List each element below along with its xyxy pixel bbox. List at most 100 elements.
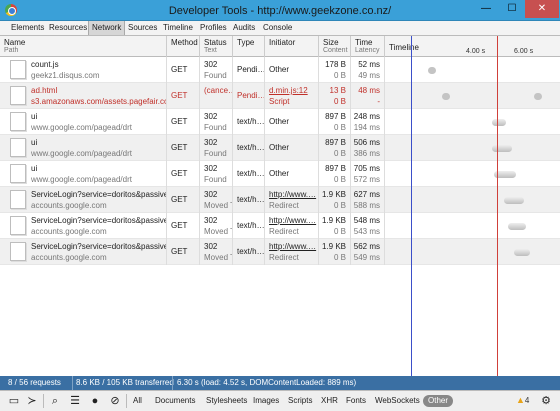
size-value: 897 B <box>325 138 346 147</box>
tab-console[interactable]: Console <box>260 21 295 35</box>
cell-time: 52 ms 49 ms <box>351 57 385 83</box>
cell-initiator: Other <box>265 109 319 135</box>
timeline-bar <box>504 197 524 204</box>
filter-websockets[interactable]: WebSockets <box>375 395 420 407</box>
content-size: 0 B <box>333 253 346 262</box>
settings-gear-icon[interactable]: ⚙ <box>538 393 554 409</box>
request-name[interactable]: ServiceLogin?service=doritos&passive… <box>31 216 166 226</box>
size-value: 178 B <box>325 60 346 69</box>
type-value: Pendi… <box>237 65 265 74</box>
initiator-value[interactable]: d.min.js:12 <box>269 86 318 96</box>
table-row[interactable]: ServiceLogin?service=doritos&passive… acc… <box>0 213 560 239</box>
method-value: GET <box>171 117 188 126</box>
close-button[interactable]: ✕ <box>525 0 559 18</box>
cell-method: GET <box>167 187 200 213</box>
clear-icon[interactable]: ⊘ <box>107 393 123 409</box>
table-row[interactable]: ui www.google.com/pagead/drt GET 302 Found te… <box>0 135 560 161</box>
column-header-timeline[interactable]: Timeline <box>389 43 419 52</box>
console-drawer-icon[interactable]: ≻ <box>24 393 40 409</box>
cell-status: 302 Found <box>200 135 233 161</box>
type-value: text/h… <box>237 221 265 230</box>
warnings-indicator[interactable]: ▲4 <box>516 395 529 405</box>
initiator-value[interactable]: http://www.… <box>269 190 318 200</box>
time-value: 506 ms <box>353 138 380 147</box>
warning-icon: ▲ <box>516 395 525 405</box>
toolbar-divider <box>43 394 44 408</box>
request-path: www.google.com/pagead/drt <box>31 175 132 184</box>
request-name[interactable]: ad.html <box>31 86 166 96</box>
tab-network[interactable]: Network <box>88 21 126 35</box>
table-row[interactable]: ServiceLogin?service=doritos&passive… acc… <box>0 187 560 213</box>
tab-audits[interactable]: Audits <box>230 21 258 35</box>
initiator-value[interactable]: http://www.… <box>269 216 318 226</box>
table-row[interactable]: ServiceLogin?service=doritos&passive… acc… <box>0 239 560 265</box>
filter-other[interactable]: Other <box>423 395 454 407</box>
cell-name: ad.html s3.amazonaws.com/assets.pagefair.… <box>0 83 167 109</box>
filter-images[interactable]: Images <box>253 395 279 407</box>
table-row[interactable]: count.js geekz1.disqus.com GET 302 Found Pend… <box>0 57 560 83</box>
dock-icon[interactable]: ▭ <box>6 393 22 409</box>
column-header-name[interactable]: Name Path <box>0 36 167 57</box>
file-icon <box>10 138 26 157</box>
large-rows-icon[interactable]: ☰ <box>67 393 83 409</box>
tab-sources[interactable]: Sources <box>125 21 160 35</box>
time-value: 705 ms <box>353 164 380 173</box>
cell-name: ui www.google.com/pagead/drt <box>0 161 167 187</box>
search-icon[interactable]: ⌕ <box>47 393 63 409</box>
status-text: Found <box>204 71 227 80</box>
status-code: (cance… <box>204 86 233 95</box>
size-value: 897 B <box>325 164 346 173</box>
maximize-button[interactable]: ☐ <box>499 0 525 18</box>
cell-time: 627 ms 588 ms <box>351 187 385 213</box>
tab-timeline[interactable]: Timeline <box>160 21 196 35</box>
status-text: Moved T <box>204 227 233 236</box>
column-header-time[interactable]: Time Latency <box>351 36 385 57</box>
initiator-value[interactable]: http://www.… <box>269 242 318 252</box>
type-value: text/h… <box>237 195 265 204</box>
column-header-method[interactable]: Method <box>167 36 200 57</box>
request-name[interactable]: ServiceLogin?service=doritos&passive… <box>31 242 166 252</box>
column-header-initiator[interactable]: Initiator <box>265 36 319 57</box>
minimize-button[interactable]: — <box>473 0 499 18</box>
request-name[interactable]: count.js <box>31 60 99 70</box>
record-icon[interactable]: ● <box>87 393 103 409</box>
tab-profiles[interactable]: Profiles <box>197 21 230 35</box>
cell-size: 1.9 KB 0 B <box>319 213 351 239</box>
filter-all[interactable]: All <box>133 395 142 407</box>
summary-divider <box>72 376 73 390</box>
column-header-type[interactable]: Type <box>233 36 265 57</box>
filter-stylesheets[interactable]: Stylesheets <box>206 395 247 407</box>
load-timing: 6.30 s (load: 4.52 s, DOMContentLoaded: … <box>177 378 357 387</box>
table-row[interactable]: ui www.google.com/pagead/drt GET 302 Found te… <box>0 161 560 187</box>
table-row[interactable]: ui www.google.com/pagead/drt GET 302 Found te… <box>0 109 560 135</box>
filter-scripts[interactable]: Scripts <box>288 395 312 407</box>
filter-xhr[interactable]: XHR <box>321 395 338 407</box>
cell-initiator: http://www.… Redirect <box>265 239 319 265</box>
size-value: 1.9 KB <box>321 216 346 225</box>
tab-resources[interactable]: Resources <box>46 21 90 35</box>
dom-content-loaded-line <box>411 36 412 376</box>
file-icon <box>10 112 26 131</box>
status-code: 302 <box>204 138 218 147</box>
column-header-size[interactable]: Size Content <box>319 36 351 57</box>
cell-method: GET <box>167 135 200 161</box>
filter-fonts[interactable]: Fonts <box>346 395 366 407</box>
cell-size: 178 B 0 B <box>319 57 351 83</box>
filter-documents[interactable]: Documents <box>155 395 195 407</box>
time-value: 562 ms <box>353 242 380 251</box>
timeline-bar <box>492 119 506 126</box>
status-text: Found <box>204 175 227 184</box>
request-path: s3.amazonaws.com/assets.pagefair.com/ <box>31 97 167 106</box>
request-name[interactable]: ServiceLogin?service=doritos&passive… <box>31 190 166 200</box>
cell-status: 302 Moved T <box>200 239 233 265</box>
table-row[interactable]: ad.html s3.amazonaws.com/assets.pagefair.… <box>0 83 560 109</box>
request-name[interactable]: ui <box>31 164 132 174</box>
request-name[interactable]: ui <box>31 112 132 122</box>
cell-name: ServiceLogin?service=doritos&passive… acc… <box>0 187 167 213</box>
method-value: GET <box>171 221 188 230</box>
latency-value: 543 ms <box>353 227 380 236</box>
column-header-status[interactable]: Status Text <box>200 36 233 57</box>
initiator-value: Other <box>269 117 290 126</box>
request-name[interactable]: ui <box>31 138 132 148</box>
tab-elements[interactable]: Elements <box>8 21 47 35</box>
